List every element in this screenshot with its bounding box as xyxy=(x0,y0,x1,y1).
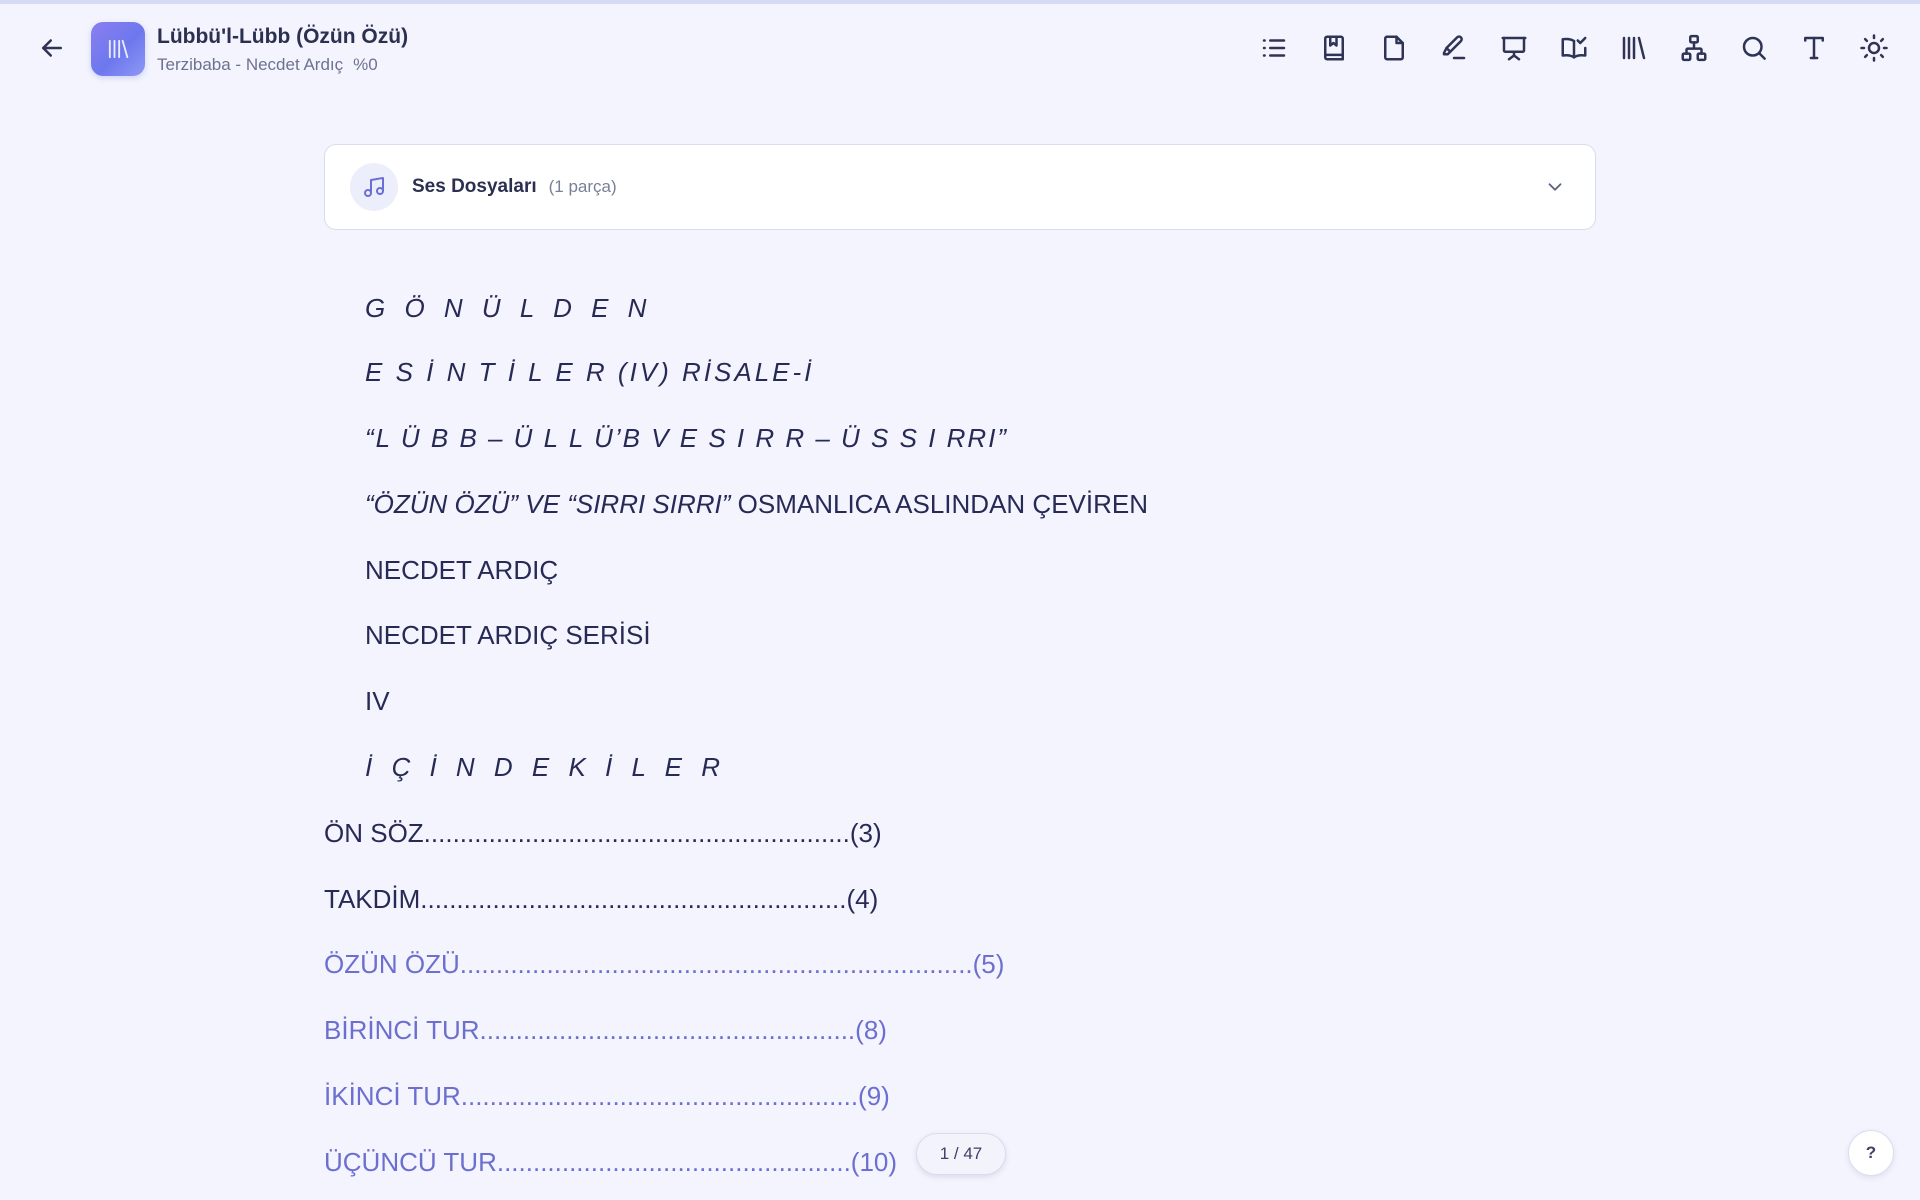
book-title: Lübbü'l-Lübb (Özün Özü) xyxy=(157,25,409,48)
toc-link[interactable]: ÖZÜN ÖZÜ................................… xyxy=(324,948,1004,980)
book-subtitle: Terzibaba - Necdet Ardıç %0 xyxy=(157,54,408,76)
presentation-icon xyxy=(1501,36,1527,61)
audio-files-count: (1 parça) xyxy=(548,177,617,196)
doc-line: “ÖZÜN ÖZÜ” VE “SIRRI SIRRI” OSMANLICA AS… xyxy=(365,488,1148,520)
reading-progress: %0 xyxy=(353,55,378,74)
audio-files-title: Ses Dosyaları xyxy=(412,176,537,197)
doc-line: NECDET ARDIÇ SERİSİ xyxy=(365,620,651,650)
help-button[interactable]: ? xyxy=(1848,1130,1894,1176)
highlighter-icon xyxy=(1442,35,1466,60)
doc-line: IV xyxy=(365,686,390,716)
chevron-down-icon xyxy=(1548,183,1562,191)
library-button[interactable] xyxy=(1616,30,1652,66)
library-logo-icon xyxy=(108,39,129,59)
toc-entry: TAKDİM..................................… xyxy=(324,884,879,914)
font-icon xyxy=(1804,36,1824,60)
reading-mode-button[interactable] xyxy=(1556,30,1592,66)
doc-line: G Ö N Ü L D E N xyxy=(365,293,653,323)
library-icon xyxy=(1622,36,1646,60)
bookmark-icon xyxy=(1324,35,1344,61)
audio-files-panel[interactable]: Ses Dosyaları (1 parça) xyxy=(324,144,1596,230)
doc-line: İ Ç İ N D E K İ L E R xyxy=(365,752,727,782)
list-icon xyxy=(1262,39,1286,57)
search-icon xyxy=(1742,36,1766,60)
music-note-icon xyxy=(350,163,398,211)
back-button[interactable] xyxy=(34,30,70,66)
doc-line: E S İ N T İ L E R (IV) RİSALE-İ xyxy=(365,357,815,387)
read-check-icon xyxy=(1561,36,1587,59)
sitemap-icon xyxy=(1681,34,1707,62)
notes-button[interactable] xyxy=(1376,30,1412,66)
doc-line-regular-part: OSMANLICA ASLINDAN ÇEVİREN xyxy=(730,489,1148,519)
reader-toolbar xyxy=(1256,30,1892,66)
highlights-button[interactable] xyxy=(1436,30,1472,66)
table-of-contents-button[interactable] xyxy=(1256,30,1292,66)
presentation-button[interactable] xyxy=(1496,30,1532,66)
font-settings-button[interactable] xyxy=(1796,30,1832,66)
bookmarks-button[interactable] xyxy=(1316,30,1352,66)
theme-toggle-button[interactable] xyxy=(1856,30,1892,66)
app-logo xyxy=(91,22,145,76)
arrow-left-icon xyxy=(42,39,62,57)
toc-link[interactable]: BİRİNCİ TUR.............................… xyxy=(324,1014,887,1046)
mind-map-button[interactable] xyxy=(1676,30,1712,66)
doc-line-italic-part: “ÖZÜN ÖZÜ” VE “SIRRI SIRRI” xyxy=(365,489,731,519)
doc-line: “L Ü B B – Ü L L Ü’B V E S I R R – Ü S S… xyxy=(365,423,1009,453)
page-indicator[interactable]: 1 / 47 xyxy=(916,1133,1006,1175)
toc-entry: ÖN SÖZ..................................… xyxy=(324,818,882,848)
book-author: Terzibaba - Necdet Ardıç xyxy=(157,55,344,74)
doc-line: NECDET ARDIÇ xyxy=(365,555,559,585)
toc-link[interactable]: ÜÇÜNCÜ TUR..............................… xyxy=(324,1146,897,1178)
reader-header: Lübbü'l-Lübb (Özün Özü) Terzibaba - Necd… xyxy=(0,4,1920,96)
expand-audio-button[interactable] xyxy=(1541,173,1569,201)
book-info: Lübbü'l-Lübb (Özün Özü) Terzibaba - Necd… xyxy=(157,24,408,76)
toc-link[interactable]: İKİNCİ TUR..............................… xyxy=(324,1080,890,1112)
theme-sun-icon xyxy=(1860,34,1888,62)
search-button[interactable] xyxy=(1736,30,1772,66)
note-icon xyxy=(1384,35,1404,61)
